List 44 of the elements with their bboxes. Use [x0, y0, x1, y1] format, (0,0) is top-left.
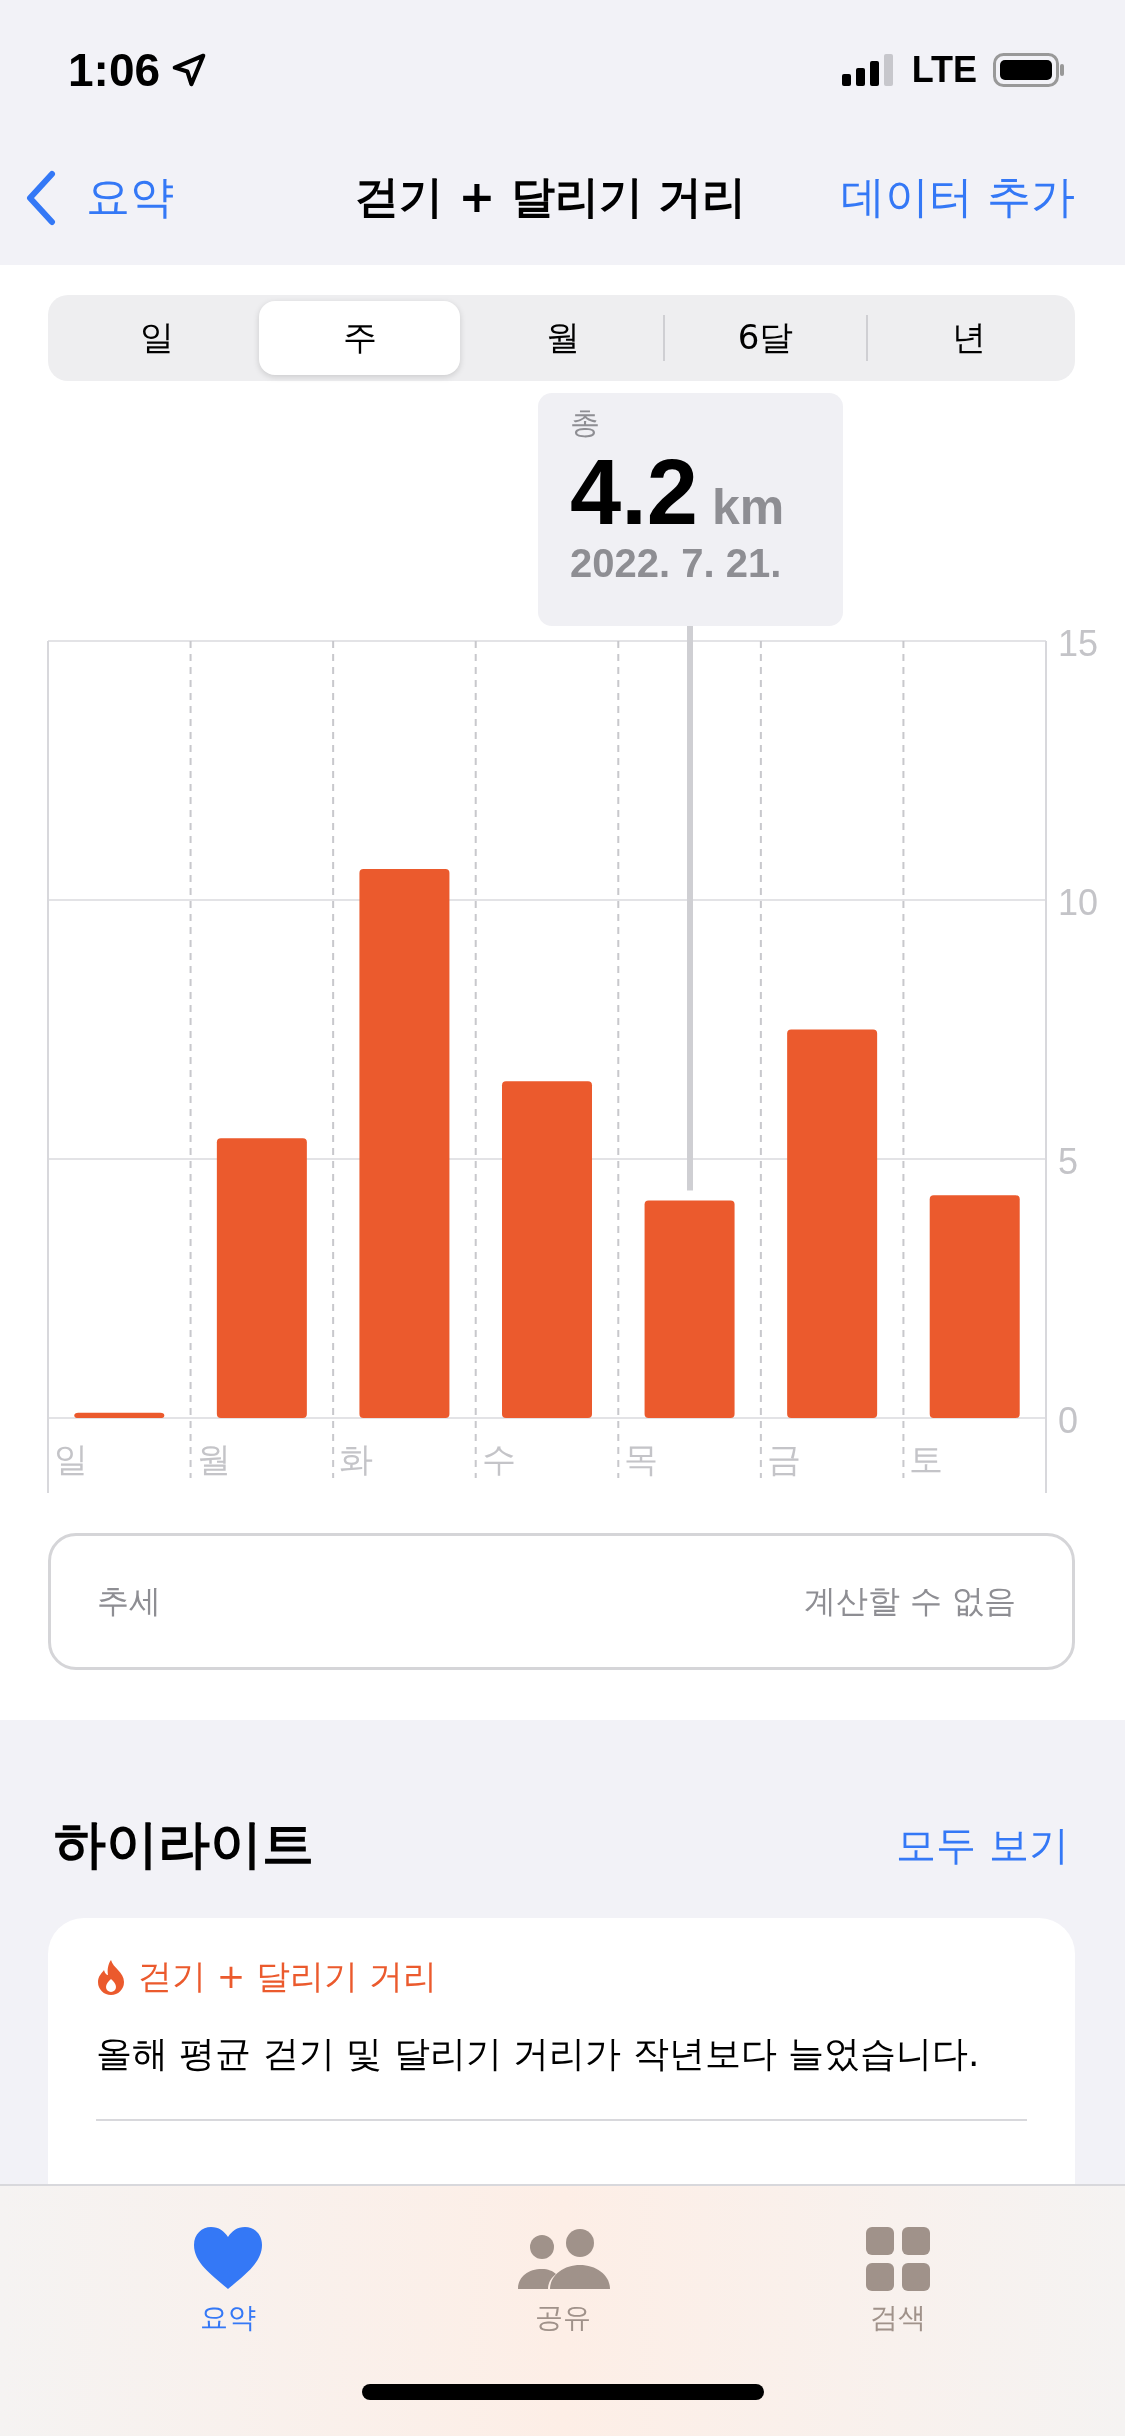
- x-axis-label: 화: [339, 1439, 374, 1479]
- x-axis-label: 토: [909, 1439, 944, 1479]
- chart-bar[interactable]: [644, 1200, 735, 1418]
- segment-tab[interactable]: 6달: [665, 301, 866, 375]
- y-axis-label: 15: [1058, 623, 1099, 664]
- signal-icon: [841, 54, 896, 86]
- segment-tab[interactable]: 일: [56, 301, 257, 375]
- heart-icon: [191, 2225, 264, 2291]
- x-axis-label: 금: [766, 1439, 801, 1479]
- trend-value: 계산할 수 없음: [803, 1580, 1016, 1622]
- tab-bar-item[interactable]: 요약: [127, 2208, 328, 2338]
- tooltip-unit: km: [711, 478, 785, 536]
- highlight-card[interactable]: 걷기 + 달리기 거리 올해 평균 걷기 및 달리기 거리가 작년보다 늘었습니다.: [48, 1918, 1075, 2184]
- trend-label: 추세: [97, 1580, 161, 1622]
- x-axis-label: 일: [54, 1439, 88, 1479]
- tooltip-label: 총: [570, 404, 600, 442]
- status-time: 1:06: [68, 43, 161, 97]
- segment-tab[interactable]: 주: [259, 301, 460, 375]
- segment-tab[interactable]: 월: [462, 301, 663, 375]
- chart-bar[interactable]: [74, 1412, 165, 1418]
- chart-bar[interactable]: [359, 868, 450, 1418]
- highlight-text: 올해 평균 걷기 및 달리기 거리가 작년보다 늘었습니다.: [96, 2032, 981, 2076]
- tooltip-date: 2022. 7. 21.: [570, 540, 782, 586]
- x-axis-label: 수: [481, 1439, 516, 1479]
- section-title: 하이라이트: [54, 1813, 314, 1876]
- network-type: LTE: [911, 49, 977, 91]
- y-axis-label: 10: [1058, 882, 1099, 923]
- highlight-category: 걷기 + 달리기 거리: [138, 1955, 437, 1998]
- y-axis-label: 0: [1058, 1400, 1079, 1441]
- x-axis-label: 목: [624, 1439, 659, 1479]
- people-icon: [515, 2229, 610, 2291]
- chart-bar[interactable]: [929, 1195, 1020, 1418]
- see-all-link[interactable]: 모두 보기: [896, 1817, 1069, 1873]
- segment-tab[interactable]: 년: [868, 301, 1069, 375]
- add-data-button[interactable]: 데이터 추가: [841, 168, 1075, 227]
- tooltip-value: 4.2: [570, 444, 698, 541]
- back-chevron-icon: [26, 169, 56, 226]
- grid-icon: [865, 2227, 930, 2291]
- back-button[interactable]: 요약: [26, 168, 174, 227]
- nav-title: 걷기 + 달리기 거리: [355, 170, 746, 224]
- x-axis-label: 월: [196, 1439, 231, 1479]
- battery-icon: [993, 53, 1065, 87]
- y-axis-label: 5: [1058, 1141, 1079, 1182]
- flame-icon: [96, 1959, 126, 1995]
